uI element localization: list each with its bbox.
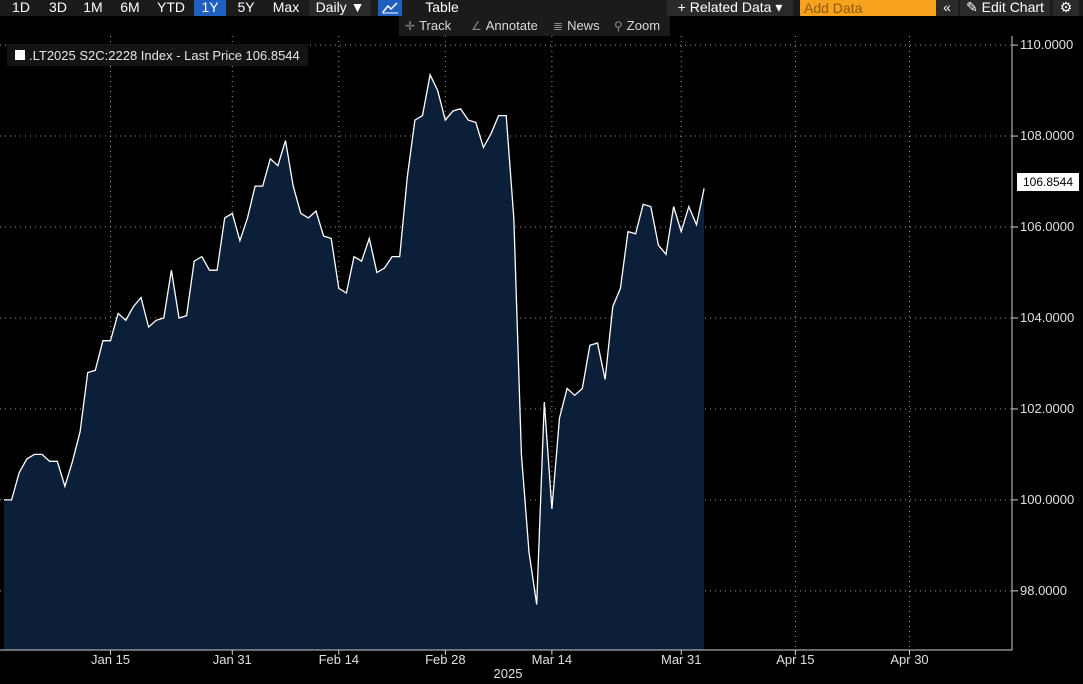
y-tick-label: 110.0000 <box>1020 37 1073 52</box>
y-axis-ticks: 98.0000 100.0000 102.0000 104.0000 106.0000 1… <box>1012 37 1074 598</box>
y-tick-label: 102.0000 <box>1020 401 1074 416</box>
chart-legend[interactable]: .LT2025 S2C:2228 Index - Last Price 106.… <box>7 44 308 66</box>
y-tick-label: 100.0000 <box>1020 492 1074 507</box>
x-tick-label: Jan 31 <box>213 652 252 667</box>
last-price-marker: 106.8544 <box>1017 173 1079 191</box>
x-tick-label: Feb 28 <box>425 652 465 667</box>
y-tick-label: 104.0000 <box>1020 310 1074 325</box>
x-tick-label: Mar 14 <box>532 652 572 667</box>
price-chart[interactable]: 98.0000 100.0000 102.0000 104.0000 106.0000 1… <box>0 0 1083 684</box>
x-tick-label: Jan 15 <box>91 652 130 667</box>
x-tick-label: Apr 30 <box>890 652 928 667</box>
legend-swatch <box>15 50 25 60</box>
legend-label: .LT2025 S2C:2228 Index - Last Price 106.… <box>29 47 300 63</box>
x-axis-ticks: Jan 15 Jan 31 Feb 14 Feb 28 Mar 14 Mar 31 Apr … <box>91 650 929 667</box>
x-tick-label: Feb 14 <box>319 652 359 667</box>
y-tick-label: 106.0000 <box>1020 219 1074 234</box>
x-tick-label: Mar 31 <box>661 652 701 667</box>
price-area-fill <box>4 74 705 650</box>
x-tick-label: Apr 15 <box>776 652 814 667</box>
y-tick-label: 98.0000 <box>1020 583 1067 598</box>
x-axis-year-label: 2025 <box>494 666 523 681</box>
y-tick-label: 108.0000 <box>1020 128 1074 143</box>
